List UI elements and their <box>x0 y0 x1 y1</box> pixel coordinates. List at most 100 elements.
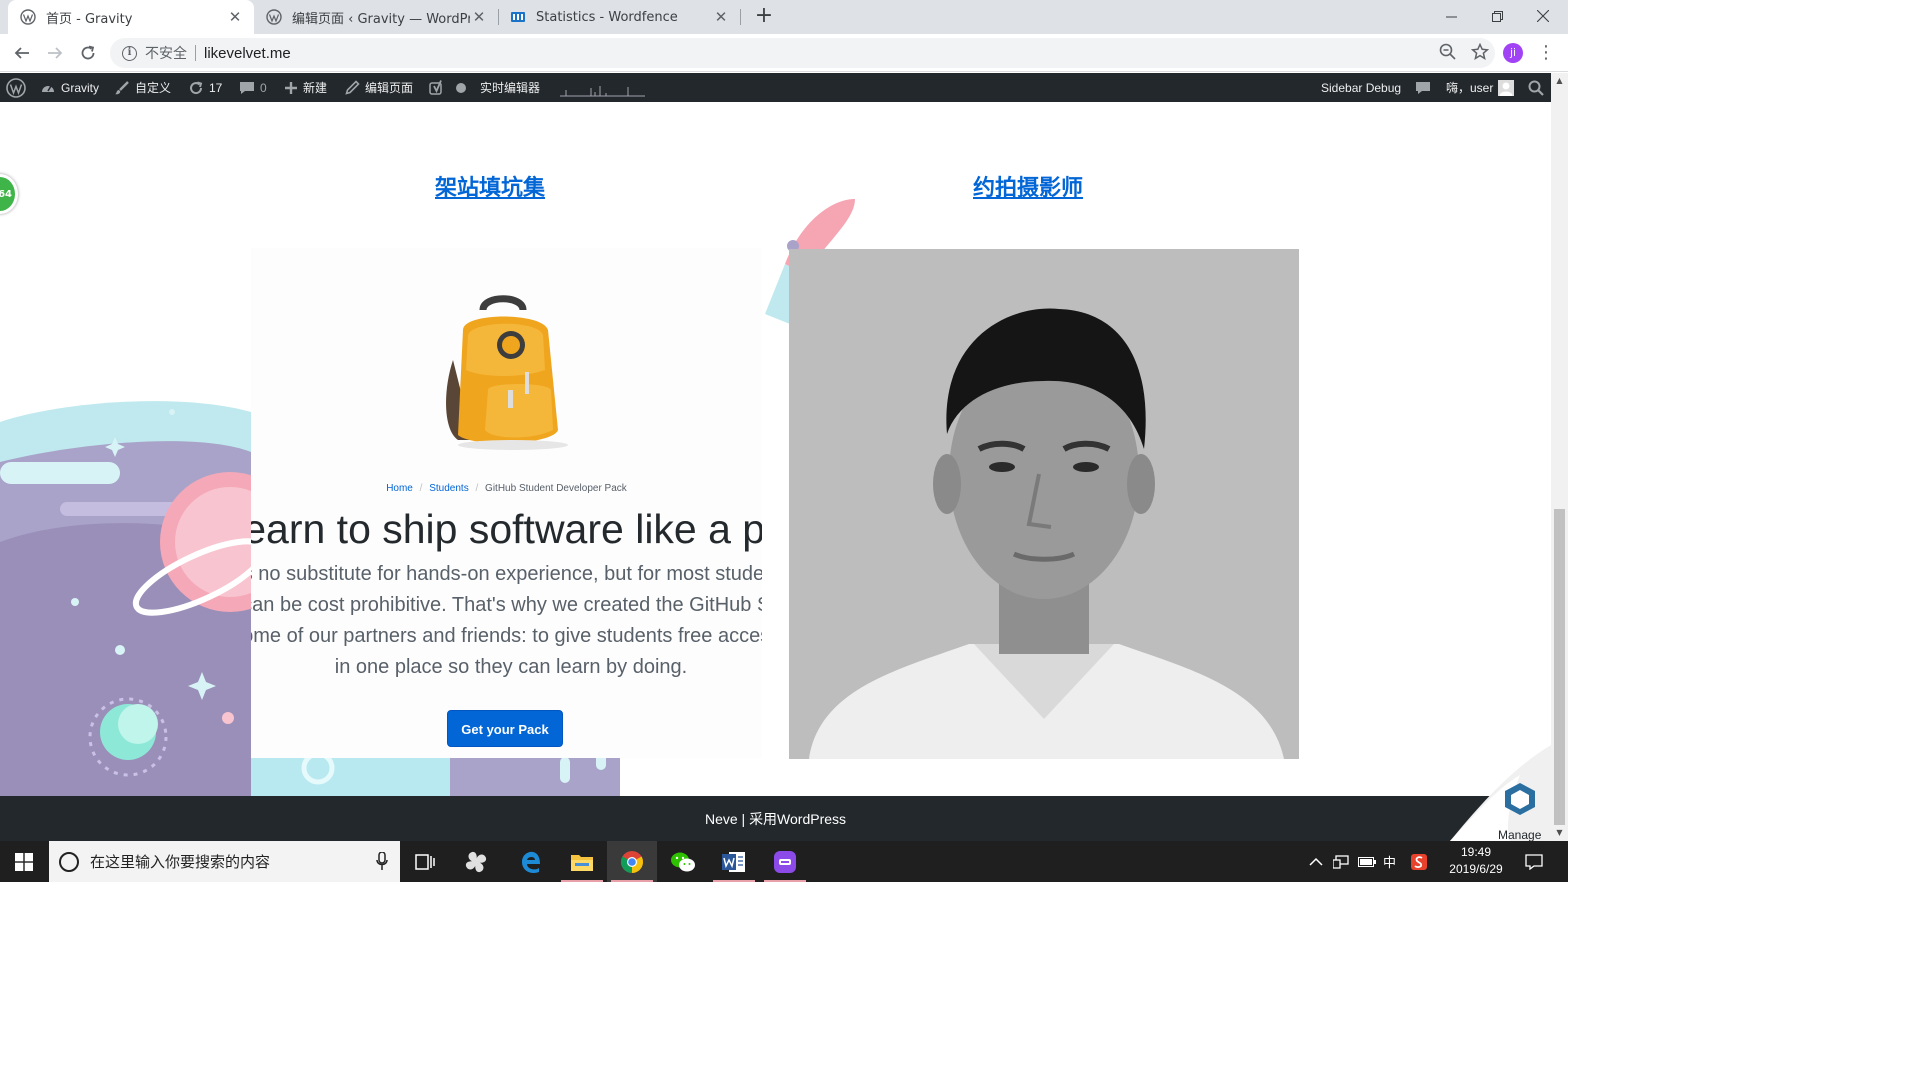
comments-link[interactable]: 0 <box>239 73 267 102</box>
taskbar-app-wechat[interactable] <box>658 841 708 882</box>
manage-label[interactable]: Manage <box>1498 828 1541 842</box>
ime-indicator[interactable]: 中 <box>1383 841 1396 882</box>
taskbar-app-chrome[interactable] <box>607 841 657 882</box>
tab-edit-page[interactable]: 编辑页面 ‹ Gravity — WordPress ✕ <box>254 0 498 34</box>
breadcrumb-separator: / <box>419 483 423 494</box>
restore-icon <box>1491 10 1503 22</box>
microphone-icon[interactable] <box>376 852 388 870</box>
taskbar-app-edge[interactable] <box>506 841 556 882</box>
address-divider <box>195 45 196 61</box>
task-view-button[interactable] <box>400 841 450 882</box>
battery-icon <box>1358 856 1376 867</box>
arrow-right-icon <box>48 47 63 59</box>
network-tray-icon[interactable] <box>1333 841 1349 882</box>
wp-logo-menu[interactable] <box>6 73 26 102</box>
tab-close-icon[interactable]: ✕ <box>226 8 244 26</box>
manage-page-curl[interactable] <box>1450 745 1551 841</box>
search-icon <box>1528 80 1544 96</box>
show-hidden-icons-button[interactable] <box>1309 841 1323 882</box>
chrome-icon <box>621 850 643 873</box>
backpack-icon <box>446 295 568 450</box>
plus-icon <box>285 81 297 94</box>
profile-avatar[interactable]: ji <box>1503 43 1523 63</box>
customize-link[interactable]: 自定义 <box>114 73 171 102</box>
url-text[interactable]: likevelvet.me <box>204 45 291 62</box>
edit-page-link[interactable]: 编辑页面 <box>345 73 413 102</box>
tab-close-icon[interactable]: ✕ <box>712 8 730 26</box>
tab-home-gravity[interactable]: 首页 - Gravity ✕ <box>8 0 254 34</box>
search-placeholder: 在这里输入你要搜索的内容 <box>90 853 271 871</box>
restore-button[interactable] <box>1474 0 1520 32</box>
action-center-button[interactable] <box>1525 841 1543 882</box>
tab-close-icon[interactable]: ✕ <box>470 8 488 26</box>
sidebar-debug-link[interactable]: Sidebar Debug <box>1321 73 1401 102</box>
bookmark-star-icon[interactable] <box>1471 43 1489 61</box>
card-title-photographer[interactable]: 约拍摄影师 <box>973 170 1083 202</box>
card-title-site-building[interactable]: 架站填坑集 <box>435 170 545 202</box>
scroll-down-arrow[interactable]: ▼ <box>1554 827 1565 839</box>
minimize-icon <box>1445 16 1457 17</box>
start-button[interactable] <box>0 841 48 882</box>
github-pack-line: world tools can be cost prohibitive. Tha… <box>251 594 762 616</box>
pencil-icon <box>345 80 360 95</box>
wechat-icon <box>671 852 695 871</box>
sogou-ime-tray-icon[interactable] <box>1411 841 1427 882</box>
comment-bubble-icon <box>240 81 254 94</box>
battery-tray-icon[interactable] <box>1358 841 1376 882</box>
taskbar-app-purple[interactable] <box>760 841 810 882</box>
site-footer: Neve | 采用WordPress <box>0 796 1551 841</box>
windows-taskbar: 在这里输入你要搜索的内容 中 19:49 2019/6/29 <box>0 841 1568 882</box>
github-student-pack-image[interactable]: Home / Students / GitHub Student Develop… <box>251 248 762 758</box>
chrome-menu-icon[interactable]: ⋮ <box>1536 42 1556 64</box>
scroll-up-arrow[interactable]: ▲ <box>1554 75 1565 87</box>
taskbar-clock[interactable]: 19:49 2019/6/29 <box>1440 844 1512 878</box>
brush-icon <box>115 80 129 94</box>
purple-app-icon <box>774 850 796 873</box>
github-pack-line: There's no substitute for hands-on exper… <box>251 563 762 585</box>
zoom-icon[interactable] <box>1439 43 1457 61</box>
new-tab-button[interactable]: + <box>752 4 776 30</box>
edge-browser-icon <box>522 851 540 873</box>
folder-icon <box>571 854 593 871</box>
tab-wordfence-statistics[interactable]: Statistics - Wordfence ✕ <box>498 0 740 34</box>
site-name-menu[interactable]: Gravity <box>40 73 99 102</box>
notification-icon[interactable] <box>1415 73 1431 102</box>
address-bar[interactable]: i 不安全 likevelvet.me <box>110 38 1495 68</box>
yoast-icon <box>429 79 442 95</box>
admin-search-button[interactable] <box>1528 73 1544 102</box>
scroll-thumb[interactable] <box>1554 509 1565 825</box>
footer-powered-link[interactable]: 采用WordPress <box>749 811 846 827</box>
wordpress-favicon-icon <box>266 9 282 25</box>
chevron-up-icon <box>1309 857 1323 866</box>
sidebar-debug-label: Sidebar Debug <box>1321 80 1402 95</box>
taskbar-app-pinwheel[interactable] <box>451 841 501 882</box>
yoast-seo-menu[interactable] <box>429 73 445 102</box>
back-button[interactable] <box>8 39 36 67</box>
taskbar-app-word[interactable] <box>709 841 759 882</box>
live-editor-link[interactable]: 实时编辑器 <box>480 73 540 102</box>
info-icon[interactable]: i <box>122 45 137 61</box>
reload-button[interactable] <box>74 39 102 67</box>
browser-tab-strip: 首页 - Gravity ✕ 编辑页面 ‹ Gravity — WordPres… <box>0 0 1568 34</box>
photographer-portrait-image[interactable] <box>789 249 1299 759</box>
breadcrumb-separator: / <box>475 483 479 494</box>
browser-toolbar: i 不安全 likevelvet.me ji ⋮ <box>0 34 1568 72</box>
user-avatar-icon <box>1498 79 1515 96</box>
taskbar-search-box[interactable]: 在这里输入你要搜索的内容 <box>49 841 400 882</box>
wp-admin-bar: Gravity 自定义 17 0 新建 编辑页面 实时编辑器 Sidebar D… <box>0 73 1551 102</box>
updates-link[interactable]: 17 <box>188 73 222 102</box>
my-account-menu[interactable]: 嗨，user <box>1446 73 1515 102</box>
wordpress-logo-icon <box>6 77 26 98</box>
minimize-button[interactable] <box>1428 0 1474 32</box>
forward-button[interactable] <box>41 39 69 67</box>
new-content-menu[interactable]: 新建 <box>284 73 327 102</box>
footer-theme-link[interactable]: Neve <box>705 811 738 827</box>
page-scrollbar[interactable]: ▲ ▼ <box>1551 73 1568 841</box>
live-editor-label: 实时编辑器 <box>480 81 541 95</box>
taskbar-app-file-explorer[interactable] <box>557 841 607 882</box>
close-window-button[interactable] <box>1520 0 1566 32</box>
sogou-icon <box>1411 853 1427 870</box>
reload-icon <box>81 45 95 60</box>
side-badge[interactable]: 64 <box>0 174 18 214</box>
traffic-sparkline <box>560 86 645 97</box>
